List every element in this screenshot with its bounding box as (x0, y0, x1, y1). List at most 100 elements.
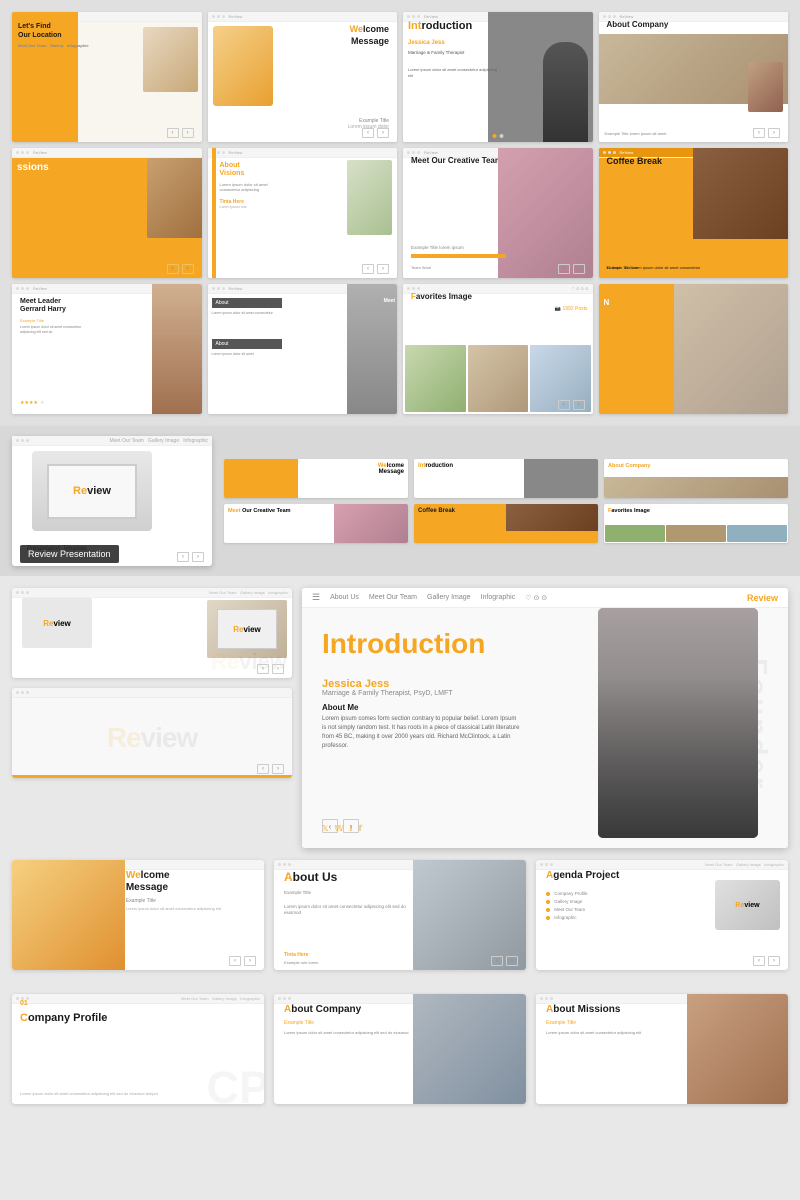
mini-slide-6[interactable]: Favorites Image (604, 504, 788, 543)
prev-arrow[interactable]: ‹ (362, 128, 374, 138)
nav-hamburger[interactable]: ☰ (312, 592, 320, 603)
person-photo-large (598, 608, 758, 838)
slide-about-missions[interactable]: Meet Our Team Gallery Image Infographic … (536, 994, 788, 1104)
slide-meet-creative-team[interactable]: ReView Meet Our Creative Team Example Ti… (403, 148, 593, 278)
nav-arrows[interactable]: ‹ › (257, 764, 284, 774)
next-arrow[interactable]: › (506, 956, 518, 966)
info-box: Jessica Jess Marriage & Family Therapist… (322, 678, 522, 751)
nav-arrows[interactable]: ‹ › (362, 128, 389, 138)
nav-brand: Review (747, 593, 778, 603)
facebook-icon[interactable]: 𝕗 (358, 824, 362, 833)
prev-arrow[interactable]: ‹ (753, 956, 765, 966)
next-arrow[interactable]: › (192, 552, 204, 562)
nav-arrows[interactable]: ‹ › (362, 264, 389, 274)
prev-arrow[interactable]: ‹ (229, 956, 241, 966)
slide-welcome-top[interactable]: ReView WelcomeMessage Example TitleLorem… (208, 12, 398, 142)
nav-arrows[interactable]: ‹ › (257, 664, 284, 674)
slide-about-visions[interactable]: ReView AboutVisions Lorem ipsum dolor si… (208, 148, 398, 278)
prev-arrow[interactable]: ‹ (167, 128, 179, 138)
about-missions-title: About Missions (546, 1004, 620, 1015)
next-arrow[interactable]: › (573, 264, 585, 274)
prev-arrow[interactable]: ‹ (257, 664, 269, 674)
nav-gallery[interactable]: Gallery Image (427, 594, 471, 601)
slide-favorites[interactable]: ♡ ⊙ ⊙ ⊙ Favorites Image 📷 1992 Posts ‹ › (403, 284, 593, 414)
slide-about-company-top[interactable]: ReView About Company Example Title lorem… (599, 12, 789, 142)
nav-arrows[interactable]: ‹ › (167, 128, 194, 138)
slide-agenda[interactable]: Meet Our Team Gallery Image Infographic … (536, 860, 788, 970)
whatsapp-icon[interactable]: 𝕎 (334, 824, 343, 833)
nav-arrows[interactable]: ‹ › (167, 264, 194, 274)
large-intro-slide[interactable]: ☰ About Us Meet Our Team Gallery Image I… (302, 588, 788, 848)
next-arrow[interactable]: › (272, 664, 284, 674)
mini-slide-4[interactable]: Meet Our Creative Team (224, 504, 408, 543)
mini-title: About Company (608, 463, 650, 469)
about-us-person: Tinta Here (284, 952, 308, 958)
twitter-icon[interactable]: 𝕏 (322, 824, 328, 833)
nav-arrows[interactable]: ‹ › (491, 956, 518, 966)
slide-intro-top[interactable]: ReView Introduction Jessica Jess Marriag… (403, 12, 593, 142)
nav-arrows[interactable]: ‹ › (177, 552, 204, 562)
orange-left-panel (599, 284, 675, 414)
next-arrow[interactable]: › (182, 128, 194, 138)
nav-arrows[interactable]: ‹ › (558, 264, 585, 274)
monitor-small: Review (22, 598, 92, 648)
small-review-slide-2[interactable]: Review ‹ › (12, 688, 292, 778)
welcome-title: WelcomeMessage (350, 24, 389, 47)
nav-arrows[interactable]: ‹ › (753, 956, 780, 966)
prev-arrow[interactable]: ‹ (257, 764, 269, 774)
about-missions-img (687, 994, 788, 1104)
welcome-text: Lorem ipsum dolor sit amet consectetur a… (126, 906, 256, 912)
about-us-img (413, 860, 526, 970)
prev-arrow[interactable]: ‹ (753, 128, 765, 138)
instagram-icon[interactable]: 𝕀 (349, 824, 352, 833)
mini-title: Meet Our Creative Team (228, 508, 291, 514)
slide-gallery-last[interactable]: ReView N (599, 284, 789, 414)
nav-arrows[interactable]: ‹ › (753, 128, 780, 138)
mini-slide-1[interactable]: WelcomeMessage (224, 459, 408, 498)
slide-location[interactable]: ReView Let's FindOur Location Meet Our T… (12, 12, 202, 142)
slide-about-visions2[interactable]: ReView About Lorem ipsum dolor sit amet … (208, 284, 398, 414)
slide-leader[interactable]: ReView Meet LeaderGerrard Harry Example … (12, 284, 202, 414)
small-review-slide-1[interactable]: Meet Our Team Gallery Image Infographic … (12, 588, 292, 678)
next-arrow[interactable]: › (768, 956, 780, 966)
slide-about-company-bottom[interactable]: Meet Our Team Gallery Image Infographic … (274, 994, 526, 1104)
nav-about-us[interactable]: About Us (330, 594, 359, 601)
mini-slide-3[interactable]: About Company (604, 459, 788, 498)
mini-slide-5[interactable]: Coffee Break (414, 504, 598, 543)
review-slide-preview[interactable]: Meet Our Team Gallery Image Infographic … (12, 436, 212, 566)
nav-meet-team[interactable]: Meet Our Team (369, 594, 417, 601)
next-arrow[interactable]: › (244, 956, 256, 966)
slide-topbar: ReView (208, 148, 398, 158)
slide-welcome-medium[interactable]: ReView WelcomeMessage Example Title Lore… (12, 860, 264, 970)
prev-arrow[interactable]: ‹ (491, 956, 503, 966)
slide-about-us[interactable]: ♡ ⊙ ⊙ ⊙ Review About Us Example TitleLor… (274, 860, 526, 970)
next-arrow[interactable]: › (377, 128, 389, 138)
slide-missions-mini[interactable]: ReView ssions ‹ › (12, 148, 202, 278)
next-arrow[interactable]: › (272, 764, 284, 774)
nav-infographic[interactable]: Infographic (481, 594, 516, 601)
nav-dots (492, 134, 503, 138)
about-panel2: About Lorem ipsum dolor sit amet (212, 339, 282, 357)
coffee-break-title: Coffee Break (607, 156, 663, 166)
next-arrow[interactable]: › (377, 264, 389, 274)
prev-arrow[interactable]: ‹ (558, 400, 570, 410)
leader-content: Meet LeaderGerrard Harry Example Title L… (20, 298, 85, 335)
prev-arrow[interactable]: ‹ (558, 264, 570, 274)
presentation-banner: Meet Our Team Gallery Image Infographic … (0, 426, 800, 576)
next-arrow[interactable]: › (573, 400, 585, 410)
leader-photo (152, 284, 202, 414)
next-arrow[interactable]: › (182, 264, 194, 274)
slide-coffee-break[interactable]: ReView Coffee Break Example Title lorem … (599, 148, 789, 278)
about-us-text: Example TitleLorem ipsum dolor sit amet … (284, 890, 410, 917)
slide-company-profile[interactable]: Meet Our Team Gallery Image Infographic … (12, 994, 264, 1104)
nav-arrows[interactable]: ‹ › (229, 956, 256, 966)
about-company-bottom-img (413, 994, 526, 1104)
prev-arrow[interactable]: ‹ (362, 264, 374, 274)
mini-slide-2[interactable]: Introduction (414, 459, 598, 498)
nav-arrows[interactable]: ‹ › (558, 400, 585, 410)
prev-arrow[interactable]: ‹ (177, 552, 189, 562)
next-arrow[interactable]: › (768, 128, 780, 138)
about-us-role: Example role lorem (284, 960, 318, 965)
prev-arrow[interactable]: ‹ (167, 264, 179, 274)
mini-title: Introduction (418, 463, 453, 469)
